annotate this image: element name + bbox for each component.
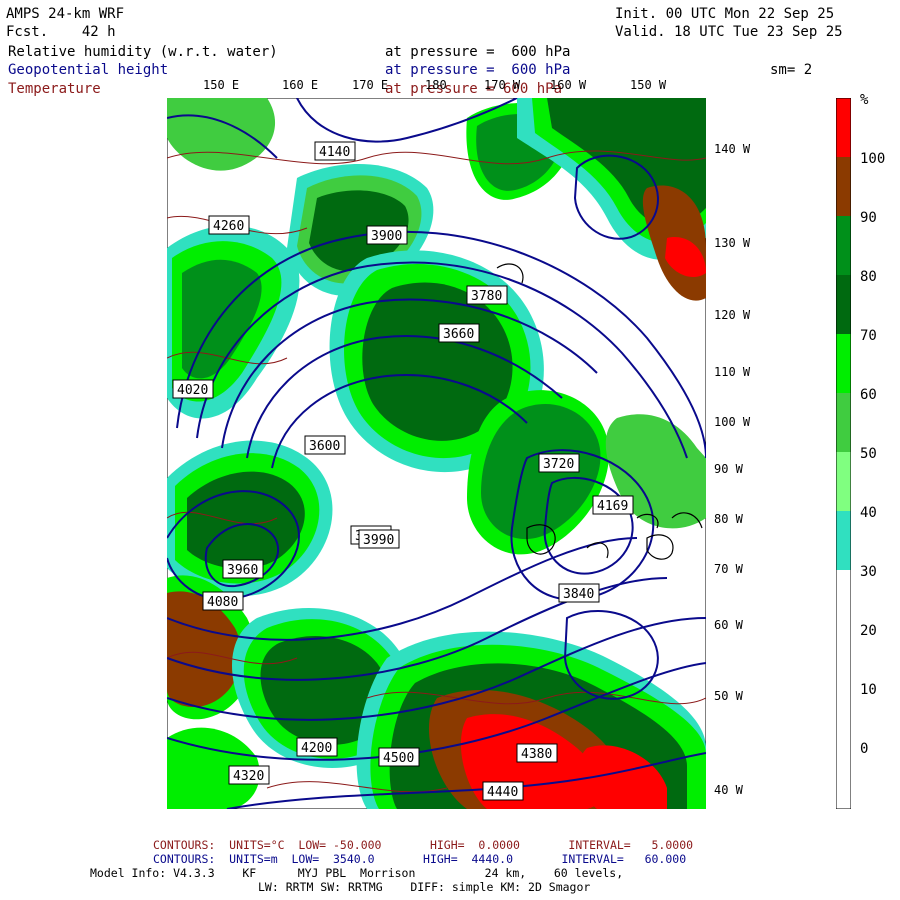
lon-label-top: 160 W — [550, 78, 587, 92]
colorbar-label: 20 — [860, 623, 877, 639]
svg-text:4380: 4380 — [521, 747, 552, 762]
height-label: 3720 — [538, 453, 580, 473]
svg-text:3900: 3900 — [371, 229, 402, 244]
height-label: 4020 — [172, 379, 214, 399]
colorbar-label: 10 — [860, 682, 877, 698]
svg-text:3840: 3840 — [563, 587, 594, 602]
height-label: 4169 — [592, 495, 634, 515]
height-contour-info: CONTOURS: UNITS=m LOW= 3540.0 HIGH= 4440… — [153, 852, 687, 866]
svg-text:4200: 4200 — [301, 741, 332, 756]
colorbar-label: 50 — [860, 446, 877, 462]
lon-label-top: 150 W — [630, 78, 667, 92]
colorbar-label: 80 — [860, 269, 877, 285]
height-label: 3990 — [358, 529, 400, 549]
height-label: 4380 — [516, 743, 558, 763]
rh-pressure-label: at pressure = 600 hPa — [385, 44, 571, 60]
svg-text:4260: 4260 — [213, 219, 244, 234]
svg-text:3600: 3600 — [309, 439, 340, 454]
lon-label-right: 40 W — [714, 783, 743, 797]
svg-text:3780: 3780 — [471, 289, 502, 304]
height-label: 4320 — [228, 765, 270, 785]
svg-text:3660: 3660 — [443, 327, 474, 342]
lon-label-right: 130 W — [714, 236, 751, 250]
svg-text:4320: 4320 — [233, 769, 264, 784]
svg-text:3960: 3960 — [227, 563, 258, 578]
forecast-map: 4260 4140 4020 3900 3780 3660 3540 3600 … — [167, 98, 706, 809]
height-label: 4140 — [314, 141, 356, 161]
lon-label-right: 60 W — [714, 618, 743, 632]
lon-label-right: 50 W — [714, 689, 743, 703]
height-label: 4260 — [208, 215, 250, 235]
lon-label-top: 150 E — [203, 78, 240, 92]
colorbar-label: 30 — [860, 564, 877, 580]
height-label: 4200 — [296, 737, 338, 757]
svg-text:4020: 4020 — [177, 383, 208, 398]
init-time: Init. 00 UTC Mon 22 Sep 25 — [615, 6, 835, 22]
rh-field-label: Relative humidity (w.r.t. water) — [8, 44, 278, 60]
colorbar-segment — [836, 393, 851, 452]
colorbar-segment — [836, 570, 851, 809]
smoothing-label: sm= 2 — [770, 62, 813, 78]
svg-text:4080: 4080 — [207, 595, 238, 610]
colorbar-segment — [836, 275, 851, 334]
model-info: Model Info: V4.3.3 KF MYJ PBL Morrison 2… — [90, 866, 624, 880]
height-label: 3960 — [222, 559, 264, 579]
height-label: 4080 — [202, 591, 244, 611]
colorbar-segment — [836, 216, 851, 275]
height-label: 3840 — [558, 583, 600, 603]
height-label: 3660 — [438, 323, 480, 343]
colorbar-label: 60 — [860, 387, 877, 403]
lon-label-top: 170 E — [352, 78, 389, 92]
lon-label-top: 160 E — [282, 78, 319, 92]
lon-label-right: 80 W — [714, 512, 743, 526]
gh-pressure-label: at pressure = 600 hPa — [385, 62, 571, 78]
height-label: 3600 — [304, 435, 346, 455]
height-label: 4440 — [482, 781, 524, 801]
lon-label-right: 100 W — [714, 415, 751, 429]
lon-label-right: 90 W — [714, 462, 743, 476]
colorbar-unit: % — [860, 92, 869, 108]
height-label: 3780 — [466, 285, 508, 305]
forecast-hour: Fcst. 42 h — [6, 24, 116, 40]
lon-label-top: 180 — [425, 78, 447, 92]
valid-time: Valid. 18 UTC Tue 23 Sep 25 — [615, 24, 843, 40]
physics-info: LW: RRTM SW: RRTMG DIFF: simple KM: 2D S… — [258, 880, 591, 894]
lon-label-right: 110 W — [714, 365, 751, 379]
t-field-label: Temperature — [8, 81, 101, 97]
lon-label-right: 120 W — [714, 308, 751, 322]
height-label: 4500 — [378, 747, 420, 767]
colorbar-segment — [836, 334, 851, 393]
svg-text:4440: 4440 — [487, 785, 518, 800]
colorbar-label: 0 — [860, 741, 869, 757]
colorbar-segment — [836, 511, 851, 570]
humidity-colorbar — [836, 98, 851, 809]
colorbar-label: 100 — [860, 151, 886, 167]
colorbar-label: 70 — [860, 328, 877, 344]
lon-label-right: 70 W — [714, 562, 743, 576]
colorbar-label: 40 — [860, 505, 877, 521]
lon-label-top: 170 W — [484, 78, 521, 92]
lon-label-right: 140 W — [714, 142, 751, 156]
colorbar-segment — [836, 98, 851, 157]
svg-text:4140: 4140 — [319, 145, 350, 160]
svg-text:3720: 3720 — [543, 457, 574, 472]
temp-contour-info: CONTOURS: UNITS=°C LOW= -50.000 HIGH= 0.… — [153, 838, 694, 852]
svg-text:4500: 4500 — [383, 751, 414, 766]
colorbar-segment — [836, 157, 851, 216]
svg-text:3990: 3990 — [363, 533, 394, 548]
model-title: AMPS 24-km WRF — [6, 6, 125, 22]
height-label: 3900 — [366, 225, 408, 245]
colorbar-label: 90 — [860, 210, 877, 226]
colorbar-segment — [836, 452, 851, 511]
gh-field-label: Geopotential height — [8, 62, 169, 78]
svg-text:4169: 4169 — [597, 499, 628, 514]
t-pressure-label: at pressure = 600 hPa — [385, 81, 563, 97]
